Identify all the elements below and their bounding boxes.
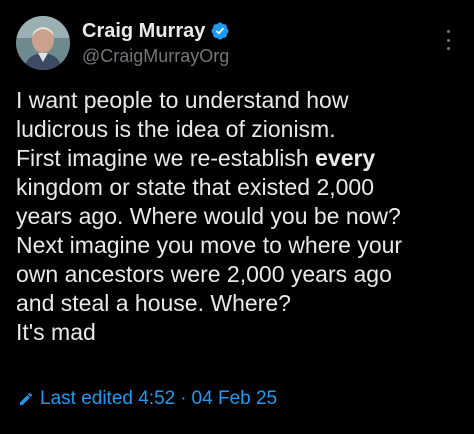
tweet-line: I want people to understand how xyxy=(16,87,349,113)
display-name[interactable]: Craig Murray xyxy=(82,19,205,43)
tweet-line: own ancestors were 2,000 years ago xyxy=(16,261,392,287)
more-options-icon[interactable] xyxy=(444,30,452,50)
tweet-line: It's mad xyxy=(16,319,96,345)
tweet-line: kingdom or state that existed 2,000 xyxy=(16,174,374,200)
author-info: Craig Murray @CraigMurrayOrg xyxy=(82,19,230,68)
separator: · xyxy=(180,388,187,409)
edit-date: 04 Feb 25 xyxy=(191,388,278,409)
avatar[interactable] xyxy=(16,16,70,70)
user-handle[interactable]: @CraigMurrayOrg xyxy=(82,44,230,68)
tweet-line: years ago. Where would you be now? xyxy=(16,203,401,229)
verified-badge-icon xyxy=(211,21,229,40)
last-edited-label: Last edited 4:52 xyxy=(40,388,176,409)
tweet-line: ludicrous is the idea of zionism. xyxy=(16,116,336,142)
emphasized-word: every xyxy=(315,145,376,171)
tweet-line: First imagine we re-establish every xyxy=(16,145,376,171)
pencil-icon xyxy=(20,392,33,405)
tweet-text: I want people to understand how ludicrou… xyxy=(16,86,462,347)
last-edited-link[interactable]: Last edited 4:52 · 04 Feb 25 xyxy=(18,388,277,410)
tweet-line: and steal a house. Where? xyxy=(16,290,291,316)
tweet-header: Craig Murray @CraigMurrayOrg xyxy=(16,16,230,70)
tweet-line: Next imagine you move to where your xyxy=(16,232,403,258)
